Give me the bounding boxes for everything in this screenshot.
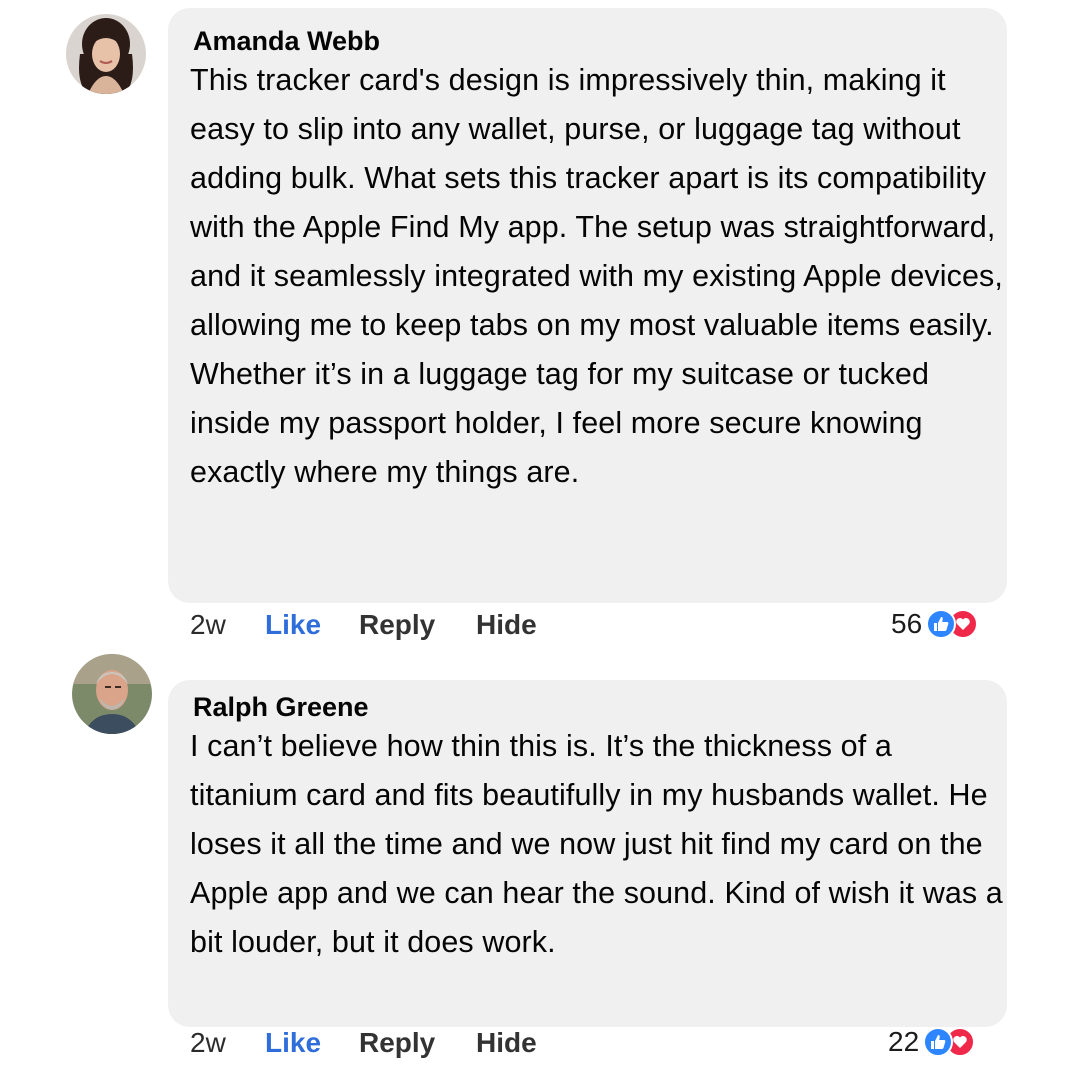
reply-button[interactable]: Reply bbox=[359, 1023, 476, 1063]
hide-button[interactable]: Hide bbox=[476, 605, 537, 645]
comment-author[interactable]: Amanda Webb bbox=[193, 26, 987, 56]
like-button[interactable]: Like bbox=[265, 605, 359, 645]
comment-actions: 2w Like Reply Hide bbox=[190, 1023, 537, 1063]
like-icon bbox=[926, 609, 957, 639]
avatar[interactable] bbox=[66, 14, 146, 94]
comment-author[interactable]: Ralph Greene bbox=[193, 692, 987, 722]
reaction-count: 22 bbox=[888, 1026, 920, 1057]
reaction-summary[interactable]: 22 bbox=[888, 1022, 976, 1062]
comment-bubble: Amanda Webb This tracker card's design i… bbox=[168, 8, 1007, 603]
comment-text: This tracker card's design is impressive… bbox=[190, 63, 1003, 489]
comment-timestamp[interactable]: 2w bbox=[190, 1023, 265, 1063]
comment-bubble: Ralph Greene I can’t believe how thin th… bbox=[168, 680, 1007, 1027]
reaction-summary[interactable]: 56 bbox=[891, 604, 979, 644]
comment-timestamp[interactable]: 2w bbox=[190, 605, 265, 645]
like-icon bbox=[923, 1027, 954, 1057]
comment-actions: 2w Like Reply Hide bbox=[190, 605, 537, 645]
comment-text: I can’t believe how thin this is. It’s t… bbox=[190, 729, 1003, 959]
like-button[interactable]: Like bbox=[265, 1023, 359, 1063]
hide-button[interactable]: Hide bbox=[476, 1023, 537, 1063]
reaction-count: 56 bbox=[891, 608, 923, 639]
reply-button[interactable]: Reply bbox=[359, 605, 476, 645]
avatar[interactable] bbox=[72, 654, 152, 734]
